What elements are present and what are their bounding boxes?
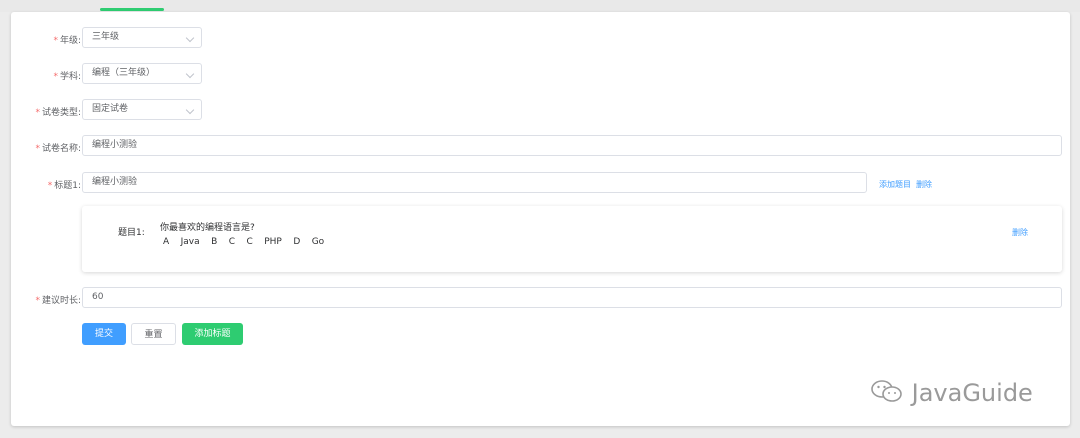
subject-select[interactable]: 编程（三年级） (82, 63, 202, 84)
wechat-icon (871, 380, 902, 402)
watermark-text: JavaGuide (911, 379, 1033, 407)
option-text: C (228, 237, 236, 247)
chevron-down-icon (185, 69, 195, 79)
paper-type-select[interactable]: 固定试卷 (82, 99, 202, 120)
grade-label: * 年级: (53, 36, 81, 46)
grade-select[interactable]: 三年级 (82, 27, 202, 48)
option-text: Go (311, 237, 325, 247)
active-tab-indicator (100, 8, 164, 11)
add-title-button[interactable]: 添加标题 (182, 323, 243, 345)
question-card: 题目1: 你最喜欢的编程语言是? A Java B C C PHP D Go 删… (82, 206, 1062, 272)
option-key: C (246, 237, 253, 247)
option-key: D (293, 237, 301, 247)
option-key: A (163, 237, 170, 247)
chevron-down-icon (185, 33, 195, 43)
question-options: A Java B C C PHP D Go (163, 237, 324, 247)
add-question-link[interactable]: 添加题目 (879, 179, 911, 190)
option-key: B (211, 237, 218, 247)
required-mark: * (35, 144, 40, 154)
question-label: 题目1: (118, 228, 145, 238)
duration-label: * 建议时长: (35, 296, 81, 306)
option-text: PHP (264, 237, 282, 247)
required-mark: * (47, 181, 53, 191)
paper-name-label: * 试卷名称: (35, 144, 81, 154)
title1-label: * 标题1: (47, 181, 81, 191)
duration-input[interactable]: 60 (82, 287, 1062, 308)
option-text: Java (180, 237, 200, 247)
paper-name-input[interactable]: 编程小测验 (82, 135, 1062, 156)
title1-input[interactable]: 编程小测验 (82, 172, 867, 193)
paper-type-label: * 试卷类型: (35, 108, 81, 118)
chevron-down-icon (185, 105, 195, 115)
required-mark: * (35, 108, 40, 118)
required-mark: * (53, 36, 58, 46)
required-mark: * (35, 296, 40, 306)
subject-label: * 学科: (53, 72, 81, 82)
submit-button[interactable]: 提交 (82, 323, 126, 345)
reset-button[interactable]: 重置 (131, 323, 176, 345)
question-text: 你最喜欢的编程语言是? (160, 223, 255, 233)
required-mark: * (53, 72, 58, 82)
watermark: JavaGuide (870, 378, 1033, 407)
delete-title-link[interactable]: 删除 (916, 179, 932, 190)
delete-question-link[interactable]: 删除 (1012, 227, 1028, 238)
